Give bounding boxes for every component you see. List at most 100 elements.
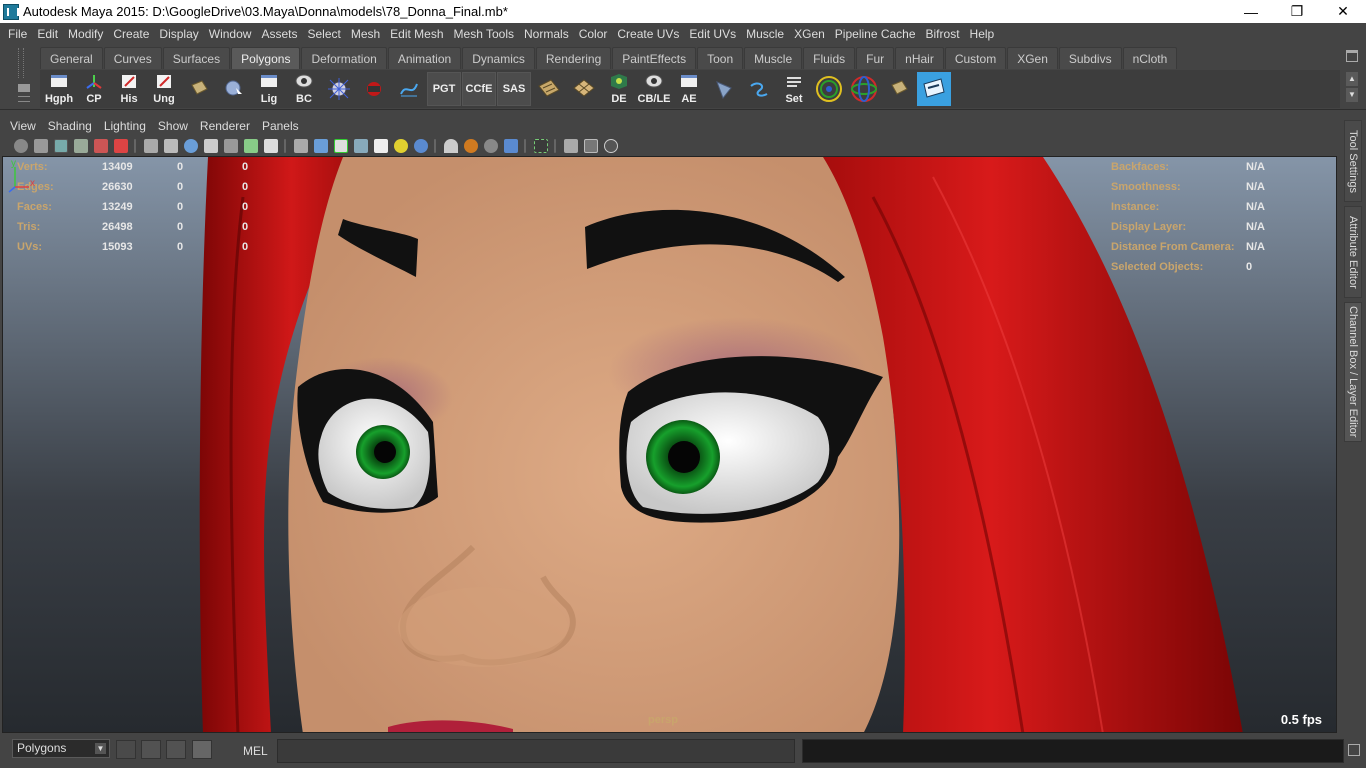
shelf-handle[interactable] (8, 48, 38, 108)
camera-attributes-icon[interactable] (34, 139, 48, 153)
bookmark-icon[interactable] (54, 139, 68, 153)
panel-menu-lighting[interactable]: Lighting (98, 119, 152, 133)
shelf-tab-ncloth[interactable]: nCloth (1122, 47, 1178, 69)
delete-history-button[interactable]: His (112, 72, 146, 106)
menu-bifrost[interactable]: Bifrost (921, 27, 965, 41)
shelf-tab-animation[interactable]: Animation (387, 47, 462, 69)
shelf-tab-muscle[interactable]: Muscle (744, 47, 803, 69)
shadows-icon[interactable] (414, 139, 428, 153)
menu-mesh[interactable]: Mesh (346, 27, 385, 41)
pgt-button[interactable]: PGT (427, 72, 461, 106)
menu-edit-uvs[interactable]: Edit UVs (684, 27, 741, 41)
shelf-tab-rendering[interactable]: Rendering (535, 47, 612, 69)
shelf-tab-dynamics[interactable]: Dynamics (462, 47, 535, 69)
menu-pipeline-cache[interactable]: Pipeline Cache (830, 27, 921, 41)
shelf-tab-toon[interactable]: Toon (697, 47, 744, 69)
command-line-input[interactable] (277, 739, 795, 763)
menu-set-select[interactable]: Polygons ▼ (12, 739, 110, 758)
uv-grid-button[interactable] (567, 72, 601, 106)
menu-normals[interactable]: Normals (519, 27, 574, 41)
hypershade-icon[interactable] (116, 740, 136, 759)
xray-active-icon[interactable] (584, 139, 598, 153)
camera-red-button[interactable] (357, 72, 391, 106)
panel-menu-panels[interactable]: Panels (256, 119, 305, 133)
menu-select[interactable]: Select (302, 27, 345, 41)
camera-select-icon[interactable] (14, 139, 28, 153)
ungroup-button[interactable]: Ung (147, 72, 181, 106)
shelf-tab-polygons[interactable]: Polygons (231, 47, 301, 69)
restore-button[interactable]: ❐ (1274, 0, 1320, 23)
script-editor-button-icon[interactable] (1348, 744, 1360, 756)
shelf-tab-custom[interactable]: Custom (944, 47, 1007, 69)
menu-color[interactable]: Color (574, 27, 613, 41)
curve-button[interactable] (392, 72, 426, 106)
xray-icon[interactable] (354, 139, 368, 153)
tab-attribute-editor[interactable]: Attribute Editor (1344, 206, 1362, 298)
screen-space-ao-icon[interactable] (444, 139, 458, 153)
safe-action-icon[interactable] (244, 139, 258, 153)
multisample-aa-icon[interactable] (484, 139, 498, 153)
menu-mesh-tools[interactable]: Mesh Tools (449, 27, 519, 41)
shelf-scroll-down-icon[interactable]: ▼ (1346, 88, 1358, 102)
menu-modify[interactable]: Modify (63, 27, 108, 41)
textured-icon[interactable] (374, 139, 388, 153)
menu-muscle[interactable]: Muscle (741, 27, 789, 41)
xray-joints-icon[interactable] (564, 139, 578, 153)
shelf-tab-xgen[interactable]: XGen (1007, 47, 1058, 69)
panel-menu-show[interactable]: Show (152, 119, 194, 133)
shelf-tab-curves[interactable]: Curves (103, 47, 162, 69)
safe-title-icon[interactable] (264, 139, 278, 153)
globe-cursor-button[interactable] (217, 72, 251, 106)
set-button[interactable]: Set (777, 72, 811, 106)
minimize-button[interactable]: — (1228, 0, 1274, 23)
shelf-scroll[interactable]: ▲ ▼ (1344, 70, 1360, 108)
shelf-tab-surfaces[interactable]: Surfaces (162, 47, 231, 69)
shelf-tab-deformation[interactable]: Deformation (301, 47, 387, 69)
menu-window[interactable]: Window (204, 27, 257, 41)
panel-menu-view[interactable]: View (4, 119, 42, 133)
cone-button[interactable] (707, 72, 741, 106)
menu-xgen[interactable]: XGen (789, 27, 830, 41)
bc-button[interactable]: BC (287, 72, 321, 106)
sas-button[interactable]: SAS (497, 72, 531, 106)
menu-create[interactable]: Create (108, 27, 154, 41)
grease-pencil-icon[interactable] (114, 139, 128, 153)
hypergraph-button[interactable]: Hgph (42, 72, 76, 106)
shelf-scroll-up-icon[interactable]: ▲ (1346, 72, 1358, 86)
outliner-icon[interactable] (141, 740, 161, 759)
shelf-tab-fur[interactable]: Fur (856, 47, 895, 69)
sculpt-mesh-button[interactable] (322, 72, 356, 106)
light-button[interactable]: Lig (252, 72, 286, 106)
wireframe-icon[interactable] (294, 139, 308, 153)
depth-of-field-icon[interactable] (504, 139, 518, 153)
image-plane-icon[interactable] (74, 139, 88, 153)
de-button[interactable]: DE (602, 72, 636, 106)
gate-mask-icon[interactable] (204, 139, 218, 153)
shelf-tab-painteffects[interactable]: PaintEffects (612, 47, 697, 69)
menu-display[interactable]: Display (154, 27, 203, 41)
panel-menu-shading[interactable]: Shading (42, 119, 98, 133)
shelf-tab-nhair[interactable]: nHair (895, 47, 944, 69)
share-icon[interactable] (604, 139, 618, 153)
panel-menu-renderer[interactable]: Renderer (194, 119, 256, 133)
target-button[interactable] (812, 72, 846, 106)
shelf-tab-general[interactable]: General (40, 47, 103, 69)
script-button-1[interactable] (182, 72, 216, 106)
smooth-shade-icon[interactable] (314, 139, 328, 153)
trash-icon[interactable] (1346, 50, 1358, 62)
menu-file[interactable]: File (3, 27, 32, 41)
tab-tool-settings[interactable]: Tool Settings (1344, 120, 1362, 202)
menu-edit-mesh[interactable]: Edit Mesh (385, 27, 448, 41)
lights-icon[interactable] (394, 139, 408, 153)
menu-assets[interactable]: Assets (256, 27, 302, 41)
film-gate-icon[interactable] (164, 139, 178, 153)
center-pivot-button[interactable]: CP (77, 72, 111, 106)
menu-help[interactable]: Help (965, 27, 1000, 41)
rotate-tool-button[interactable] (847, 72, 881, 106)
resolution-gate-icon[interactable] (184, 139, 198, 153)
menu-create-uvs[interactable]: Create UVs (612, 27, 684, 41)
render-view-button[interactable] (917, 72, 951, 106)
close-button[interactable]: ✕ (1320, 0, 1366, 23)
shelf-tab-subdivs[interactable]: Subdivs (1058, 47, 1122, 69)
menu-edit[interactable]: Edit (32, 27, 63, 41)
